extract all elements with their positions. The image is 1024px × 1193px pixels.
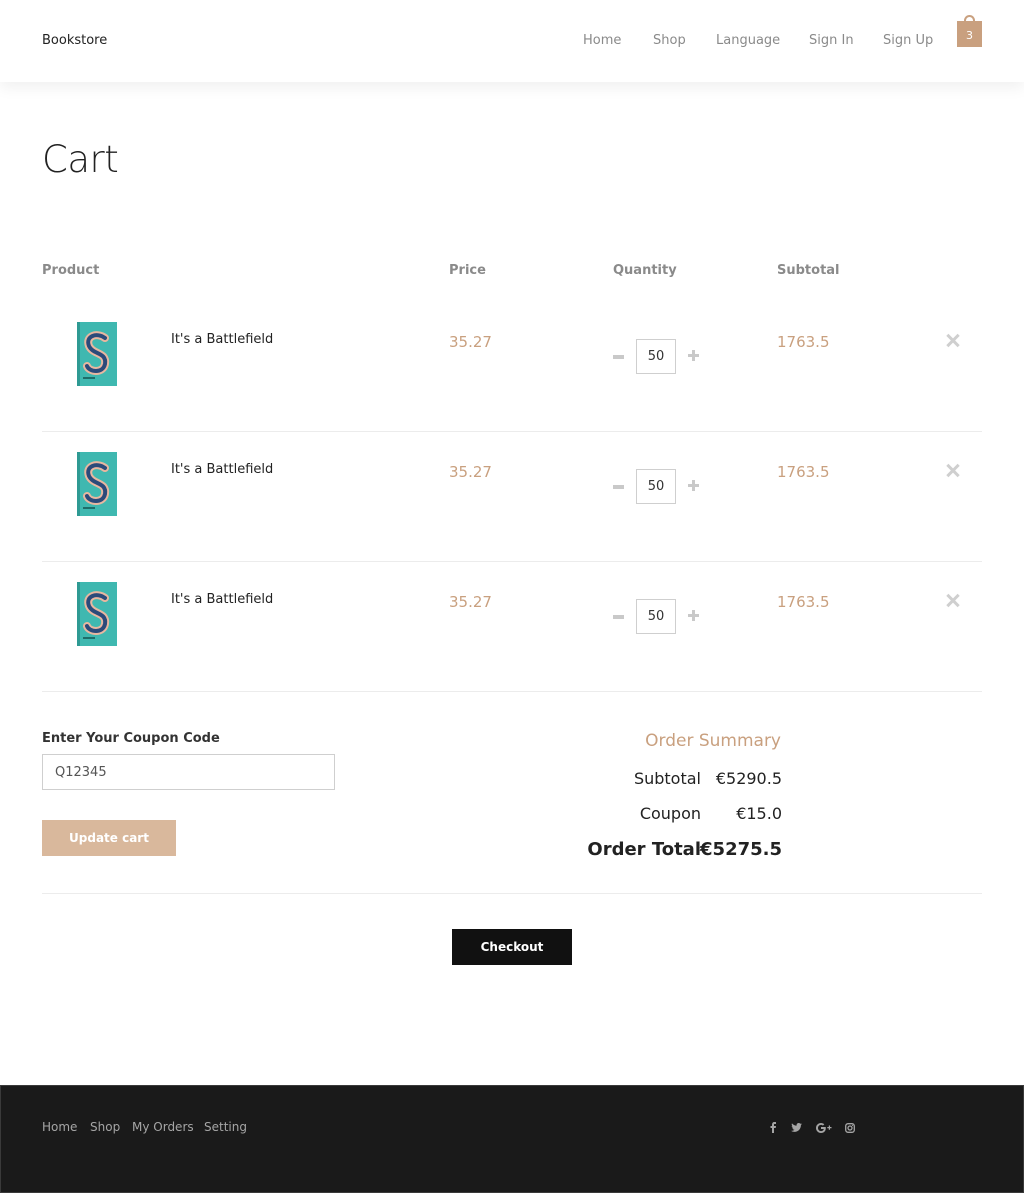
divider — [42, 893, 982, 894]
coupon-label: Enter Your Coupon Code — [42, 731, 220, 746]
footer-link-setting[interactable]: Setting — [204, 1120, 247, 1134]
column-header-price: Price — [449, 263, 486, 278]
remove-item-icon[interactable] — [944, 462, 962, 480]
column-header-subtotal: Subtotal — [777, 263, 840, 278]
nav-language[interactable]: Language — [716, 33, 780, 48]
increase-quantity-button[interactable] — [688, 610, 699, 621]
quantity-input[interactable]: 50 — [636, 599, 676, 634]
book-cover-image[interactable] — [77, 582, 117, 646]
column-header-product: Product — [42, 263, 100, 278]
site-header: Bookstore Home Shop Language Sign In Sig… — [0, 0, 1024, 82]
cart-row: It's a Battlefield 35.27 50 1763.5 — [42, 562, 982, 692]
nav-home[interactable]: Home — [583, 33, 621, 48]
quantity-input[interactable]: 50 — [636, 469, 676, 504]
nav-sign-up[interactable]: Sign Up — [883, 33, 933, 48]
product-name[interactable]: It's a Battlefield — [171, 462, 273, 477]
row-subtotal: 1763.5 — [777, 333, 830, 351]
order-total-label: Order Total — [587, 839, 701, 860]
increase-quantity-button[interactable] — [688, 350, 699, 361]
product-name[interactable]: It's a Battlefield — [171, 592, 273, 607]
increase-quantity-button[interactable] — [688, 480, 699, 491]
site-footer: Home Shop My Orders Setting — [0, 1085, 1024, 1193]
google-plus-icon[interactable] — [816, 1123, 832, 1133]
product-price: 35.27 — [449, 333, 492, 351]
decrease-quantity-button[interactable] — [613, 355, 624, 359]
cart-bag-icon[interactable]: 3 — [957, 15, 982, 47]
twitter-icon[interactable] — [791, 1123, 802, 1132]
row-subtotal: 1763.5 — [777, 593, 830, 611]
summary-subtotal-value: €5290.5 — [715, 769, 782, 788]
instagram-icon[interactable] — [845, 1123, 855, 1133]
facebook-icon[interactable] — [770, 1122, 776, 1133]
summary-coupon-value: €15.0 — [736, 804, 782, 823]
cart-count-badge: 3 — [966, 29, 973, 42]
order-total-value: €5275.5 — [700, 839, 782, 860]
decrease-quantity-button[interactable] — [613, 485, 624, 489]
summary-subtotal-label: Subtotal — [633, 769, 701, 788]
summary-coupon-label: Coupon — [639, 804, 701, 823]
brand-logo[interactable]: Bookstore — [42, 33, 107, 48]
row-subtotal: 1763.5 — [777, 463, 830, 481]
column-header-quantity: Quantity — [613, 263, 677, 278]
remove-item-icon[interactable] — [944, 332, 962, 350]
cart-row: It's a Battlefield 35.27 50 1763.5 — [42, 432, 982, 562]
book-cover-image[interactable] — [77, 452, 117, 516]
decrease-quantity-button[interactable] — [613, 615, 624, 619]
footer-link-shop[interactable]: Shop — [90, 1120, 120, 1134]
coupon-code-input[interactable] — [42, 754, 335, 790]
cart-row: It's a Battlefield 35.27 50 1763.5 — [42, 302, 982, 432]
product-price: 35.27 — [449, 463, 492, 481]
nav-shop[interactable]: Shop — [653, 33, 686, 48]
footer-link-my-orders[interactable]: My Orders — [132, 1120, 194, 1134]
remove-item-icon[interactable] — [944, 592, 962, 610]
footer-link-home[interactable]: Home — [42, 1120, 77, 1134]
nav-sign-in[interactable]: Sign In — [809, 33, 854, 48]
checkout-button[interactable]: Checkout — [452, 929, 572, 965]
update-cart-button[interactable]: Update cart — [42, 820, 176, 856]
product-price: 35.27 — [449, 593, 492, 611]
product-name[interactable]: It's a Battlefield — [171, 332, 273, 347]
book-cover-image[interactable] — [77, 322, 117, 386]
quantity-input[interactable]: 50 — [636, 339, 676, 374]
page-title: Cart — [42, 138, 119, 181]
order-summary-title: Order Summary — [645, 731, 781, 751]
